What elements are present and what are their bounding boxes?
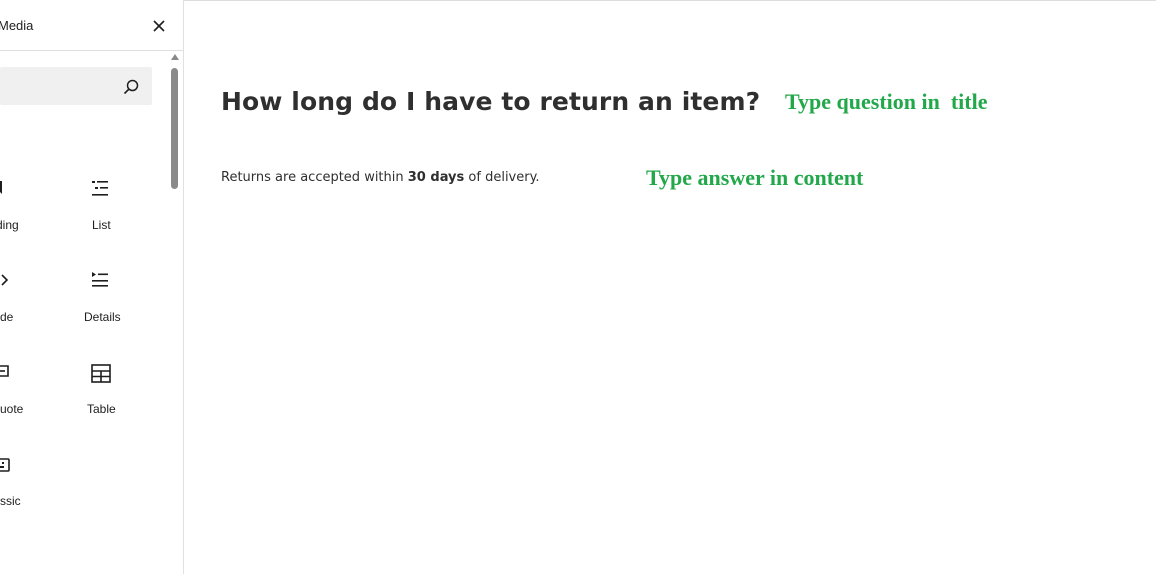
- classic-icon: [0, 458, 10, 472]
- table-icon: [91, 364, 111, 383]
- scroll-up-arrow-icon[interactable]: [171, 54, 179, 60]
- block-label: uote: [0, 402, 24, 416]
- inserter-scrollbar[interactable]: [169, 52, 181, 574]
- content-bold-text: 30 days: [407, 170, 465, 185]
- content-hint-annotation: Type answer in content: [646, 165, 864, 190]
- heading-icon: [0, 181, 2, 194]
- inserter-header: Media: [0, 0, 183, 51]
- close-icon: [153, 20, 165, 32]
- list-icon: [92, 181, 108, 196]
- block-label: Details: [84, 310, 121, 324]
- block-label: List: [92, 218, 111, 232]
- content-text-after: of delivery.: [464, 170, 540, 185]
- block-classic[interactable]: ssic: [0, 454, 36, 524]
- scrollbar-thumb[interactable]: [171, 68, 178, 189]
- block-label: ssic: [0, 494, 21, 508]
- block-table[interactable]: Table: [65, 362, 137, 432]
- block-inserter-panel: Media ding: [0, 0, 184, 574]
- block-label: Table: [87, 402, 116, 416]
- block-quote[interactable]: uote: [0, 362, 36, 432]
- close-inserter-button[interactable]: [148, 15, 170, 37]
- block-details[interactable]: Details: [65, 270, 137, 340]
- content-text-before: Returns are accepted within: [221, 170, 408, 185]
- block-search-input[interactable]: [0, 67, 118, 105]
- title-hint-annotation: Type question in title: [785, 89, 988, 114]
- block-label: ding: [0, 218, 19, 232]
- block-code[interactable]: de: [0, 270, 36, 340]
- tab-media[interactable]: Media: [0, 18, 33, 33]
- search-icon[interactable]: [122, 78, 140, 96]
- block-editor: Media ding: [0, 0, 1156, 574]
- editor-canvas: How long do I have to return an item? Re…: [184, 0, 1156, 574]
- block-label: de: [0, 310, 14, 324]
- block-list[interactable]: List: [65, 178, 137, 248]
- details-icon: [92, 272, 108, 287]
- post-title-field[interactable]: How long do I have to return an item?: [221, 87, 760, 116]
- quote-icon: [0, 365, 9, 377]
- block-heading[interactable]: ding: [0, 178, 36, 248]
- post-content-paragraph[interactable]: Returns are accepted within 30 days of d…: [221, 170, 540, 185]
- code-icon: [1, 274, 9, 286]
